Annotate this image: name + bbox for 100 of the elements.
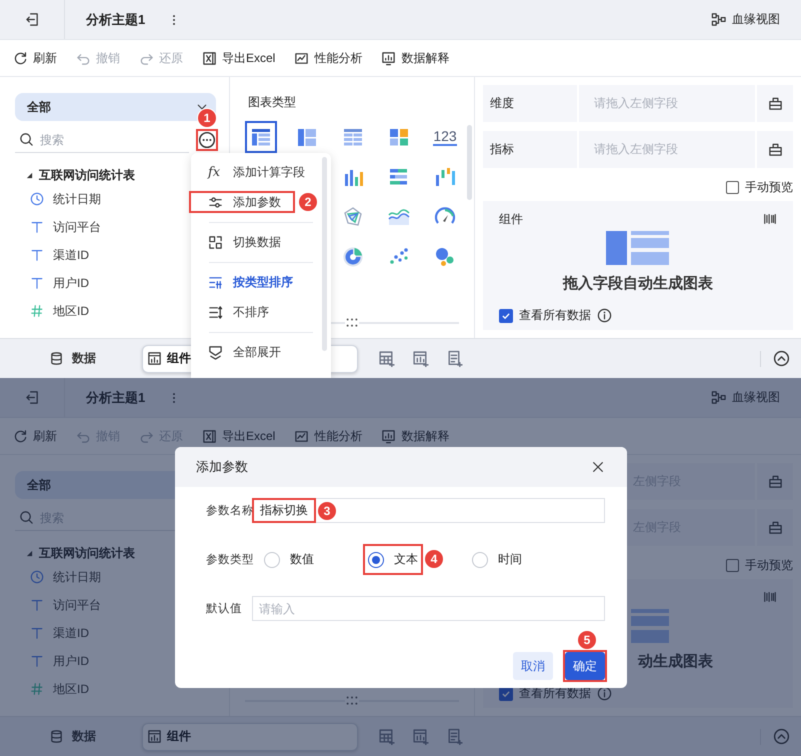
check-icon bbox=[501, 310, 511, 320]
highlight-frame bbox=[563, 650, 607, 682]
toolbar-button[interactable]: 性能分析 bbox=[294, 428, 362, 444]
table-illustration bbox=[631, 609, 669, 643]
text-type-icon bbox=[30, 598, 44, 612]
zone-label: 维度 bbox=[490, 95, 514, 112]
sliders-icon bbox=[208, 194, 223, 210]
checkbox[interactable] bbox=[726, 558, 739, 572]
highlight-frame bbox=[363, 544, 423, 575]
toolbar-button[interactable]: 导出Excel bbox=[202, 428, 276, 444]
highlight-frame bbox=[252, 498, 316, 523]
toolbar-button[interactable]: 刷新 bbox=[13, 50, 57, 66]
barcode-icon[interactable] bbox=[763, 212, 777, 226]
radio-button[interactable] bbox=[368, 552, 384, 568]
close-icon[interactable] bbox=[591, 460, 605, 474]
checkbox-label[interactable]: 手动预览 bbox=[745, 178, 793, 196]
step-badge: 1 bbox=[198, 109, 216, 127]
formula-icon: fx bbox=[208, 164, 223, 180]
database-icon bbox=[49, 351, 64, 366]
confirm-button[interactable]: 确定 bbox=[565, 652, 605, 680]
briefcase-icon[interactable] bbox=[768, 96, 782, 111]
hash-icon bbox=[30, 682, 44, 696]
briefcase-icon[interactable] bbox=[768, 142, 782, 157]
add-grid-icon[interactable] bbox=[378, 350, 395, 367]
add-chart-icon[interactable] bbox=[412, 350, 429, 367]
panel-tab[interactable]: 数据 bbox=[0, 722, 142, 750]
zone-label: 指标 bbox=[490, 141, 514, 158]
toolbar-button[interactable]: 性能分析 bbox=[294, 50, 362, 66]
exit-icon[interactable] bbox=[24, 12, 40, 27]
no-sort-icon bbox=[208, 304, 223, 320]
add-chart-icon[interactable] bbox=[412, 728, 429, 745]
zone-placeholder: 请拖入左侧字段 bbox=[594, 95, 678, 112]
panel-tab[interactable]: 数据 bbox=[0, 344, 142, 372]
checkbox-label[interactable]: 手动预览 bbox=[745, 556, 793, 574]
info-icon bbox=[597, 686, 612, 701]
text-type-icon bbox=[30, 248, 44, 262]
text-type-icon bbox=[30, 654, 44, 668]
radio-button[interactable] bbox=[264, 552, 280, 568]
switch-data-icon bbox=[208, 234, 223, 250]
donut-chart-icon bbox=[341, 245, 365, 269]
checkbox[interactable] bbox=[726, 180, 739, 194]
toolbar-button[interactable]: 刷新 bbox=[13, 428, 57, 444]
field-label: 默认值 bbox=[206, 602, 243, 616]
add-grid-icon[interactable] bbox=[378, 728, 395, 745]
scrollbar[interactable] bbox=[467, 125, 472, 200]
scrollbar[interactable] bbox=[322, 157, 327, 351]
field-item[interactable]: 用户ID bbox=[15, 647, 216, 675]
section-title: 图表类型 bbox=[248, 95, 297, 109]
add-document-icon[interactable] bbox=[446, 728, 463, 745]
field-item[interactable]: 地区ID bbox=[15, 675, 216, 703]
text-type-icon bbox=[30, 626, 44, 640]
report-icon bbox=[381, 428, 396, 444]
collapse-icon[interactable] bbox=[773, 350, 790, 367]
lineage-view-button[interactable]: 血缘视图 bbox=[711, 389, 780, 406]
highlight-frame bbox=[196, 129, 218, 151]
step-badge: 5 bbox=[578, 631, 596, 649]
checkbox[interactable] bbox=[499, 308, 513, 322]
field-label: 参数类型 bbox=[206, 552, 252, 567]
column-chart-icon bbox=[433, 165, 457, 189]
table-illustration bbox=[606, 231, 670, 265]
empty-hint: 动生成图表 bbox=[638, 652, 713, 671]
expand-triangle-icon[interactable] bbox=[26, 172, 33, 178]
chart-type-option[interactable]: 123 bbox=[429, 121, 461, 153]
spreadsheet-icon bbox=[202, 50, 217, 66]
field-item[interactable]: 渠道ID bbox=[15, 619, 216, 647]
search-icon bbox=[19, 510, 34, 525]
toolbar-button[interactable]: 导出Excel bbox=[202, 50, 276, 66]
toolbar-button[interactable]: 数据解释 bbox=[381, 428, 450, 444]
chart-card-icon bbox=[147, 729, 162, 744]
more-icon[interactable] bbox=[198, 131, 216, 149]
chart-type-option[interactable] bbox=[245, 121, 277, 153]
add-document-icon[interactable] bbox=[446, 350, 463, 367]
search-icon bbox=[19, 132, 34, 147]
drop-zone[interactable]: 指标 请拖入左侧字段 bbox=[483, 131, 793, 168]
lineage-view-button[interactable]: 血缘视图 bbox=[711, 11, 780, 28]
panel-tab[interactable]: 组件 bbox=[142, 722, 358, 750]
drop-zone[interactable]: 维度 请拖入左侧字段 bbox=[483, 85, 793, 122]
step-badge: 3 bbox=[318, 502, 336, 520]
step-badge: 2 bbox=[299, 193, 317, 211]
menu-item[interactable]: 全部展开 bbox=[191, 337, 331, 367]
toolbar-button[interactable]: 数据解释 bbox=[381, 50, 450, 66]
menu-item[interactable]: fx 添加计算字段 bbox=[191, 157, 331, 187]
text-type-icon bbox=[30, 220, 44, 234]
option-label[interactable]: 文本 bbox=[394, 551, 418, 568]
input-field[interactable]: 指标切换 3 bbox=[252, 498, 605, 523]
report-icon bbox=[381, 50, 396, 66]
step-badge: 4 bbox=[425, 550, 443, 568]
empty-hint: 拖入字段自动生成图表 bbox=[563, 274, 713, 293]
cancel-button[interactable]: 取消 bbox=[513, 652, 553, 680]
search-field[interactable]: 搜索 bbox=[40, 132, 140, 146]
radio-button[interactable] bbox=[472, 552, 488, 568]
text-type-icon bbox=[30, 276, 44, 290]
refresh-icon bbox=[13, 428, 28, 444]
checkbox-label[interactable]: 查看所有数据 bbox=[519, 307, 591, 324]
widget-title: 组件 bbox=[499, 210, 523, 228]
zone-placeholder: 请拖入左侧字段 bbox=[594, 141, 678, 158]
option-label[interactable]: 数值 bbox=[290, 551, 314, 568]
option-label[interactable]: 时间 bbox=[498, 551, 522, 568]
input-field[interactable]: 请输入 bbox=[252, 596, 605, 621]
lineage-icon bbox=[711, 12, 726, 27]
